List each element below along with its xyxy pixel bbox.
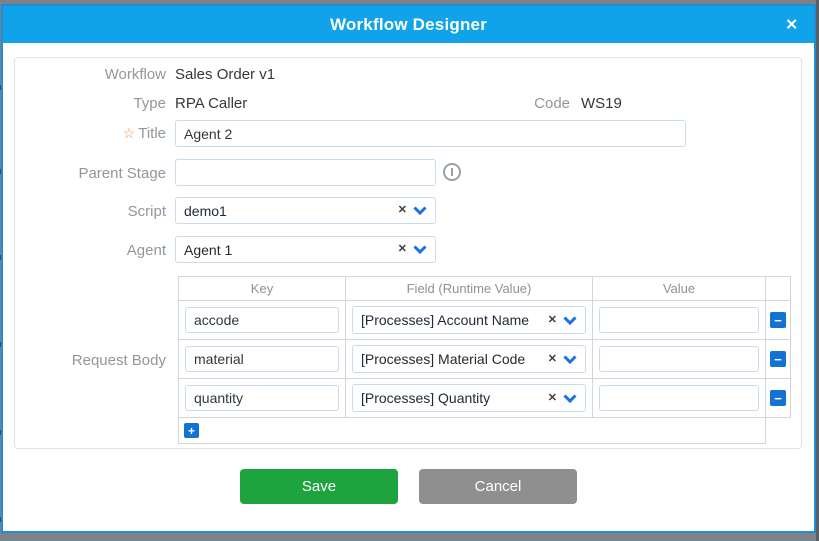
chevron-down-icon bbox=[563, 394, 577, 403]
close-button[interactable]: ✕ bbox=[785, 17, 798, 32]
remove-row-button[interactable]: − bbox=[770, 312, 786, 328]
code-label: Code bbox=[473, 95, 570, 112]
close-icon: ✕ bbox=[785, 16, 798, 33]
workflow-designer-dialog: Workflow Designer ✕ Workflow Sales Order… bbox=[1, 4, 816, 533]
column-header-value: Value bbox=[593, 277, 766, 301]
table-row-key-cell bbox=[179, 301, 346, 340]
remove-row-button[interactable]: − bbox=[770, 351, 786, 367]
clear-icon[interactable]: ✕ bbox=[548, 315, 557, 326]
type-label: Type bbox=[18, 95, 166, 112]
table-row-action-cell: − bbox=[766, 379, 791, 418]
code-value: WS19 bbox=[581, 95, 622, 112]
plus-icon: + bbox=[188, 425, 195, 437]
field-select[interactable]: [Processes] Quantity ✕ bbox=[352, 384, 586, 412]
field-selected-value: [Processes] Material Code bbox=[361, 351, 542, 367]
field-select[interactable]: [Processes] Account Name ✕ bbox=[352, 306, 586, 334]
clear-icon[interactable]: ✕ bbox=[548, 393, 557, 404]
field-selected-value: [Processes] Account Name bbox=[361, 312, 542, 328]
dialog-title: Workflow Designer bbox=[330, 15, 487, 35]
info-icon[interactable] bbox=[443, 163, 461, 181]
table-row-value-cell bbox=[593, 340, 766, 379]
parent-stage-label: Parent Stage bbox=[18, 165, 166, 182]
request-body-table: Key Field (Runtime Value) Value [Process… bbox=[178, 276, 791, 444]
table-row-key-cell bbox=[179, 340, 346, 379]
minus-icon: − bbox=[774, 314, 782, 327]
key-input[interactable] bbox=[185, 385, 339, 411]
key-input[interactable] bbox=[185, 307, 339, 333]
table-row-value-cell bbox=[593, 301, 766, 340]
screen: { "dialog": { "title": "Workflow Designe… bbox=[0, 0, 819, 541]
table-add-row: + bbox=[179, 418, 766, 444]
key-input[interactable] bbox=[185, 346, 339, 372]
workflow-label: Workflow bbox=[18, 66, 166, 83]
table-row-action-cell: − bbox=[766, 340, 791, 379]
minus-icon: − bbox=[774, 353, 782, 366]
column-header-key: Key bbox=[179, 277, 346, 301]
column-header-actions bbox=[766, 277, 791, 301]
clear-icon[interactable]: ✕ bbox=[548, 354, 557, 365]
save-button[interactable]: Save bbox=[240, 469, 398, 504]
column-header-field: Field (Runtime Value) bbox=[346, 277, 593, 301]
workflow-value: Sales Order v1 bbox=[175, 66, 275, 83]
table-row-key-cell bbox=[179, 379, 346, 418]
type-value: RPA Caller bbox=[175, 95, 247, 112]
required-star-icon: ☆ bbox=[123, 125, 136, 142]
cancel-button[interactable]: Cancel bbox=[419, 469, 577, 504]
script-select[interactable]: demo1 ✕ bbox=[175, 197, 436, 224]
minus-icon: − bbox=[774, 392, 782, 405]
remove-row-button[interactable]: − bbox=[770, 390, 786, 406]
chevron-down-icon bbox=[413, 206, 427, 215]
table-row-action-cell: − bbox=[766, 301, 791, 340]
agent-label: Agent bbox=[18, 242, 166, 259]
chevron-down-icon bbox=[413, 245, 427, 254]
field-selected-value: [Processes] Quantity bbox=[361, 390, 542, 406]
chevron-down-icon bbox=[563, 355, 577, 364]
table-row-field-cell: [Processes] Quantity ✕ bbox=[346, 379, 593, 418]
agent-selected-value: Agent 1 bbox=[184, 242, 392, 258]
chevron-down-icon bbox=[563, 316, 577, 325]
add-row-button[interactable]: + bbox=[184, 423, 199, 438]
table-row-value-cell bbox=[593, 379, 766, 418]
field-select[interactable]: [Processes] Material Code ✕ bbox=[352, 345, 586, 373]
clear-icon[interactable]: ✕ bbox=[398, 205, 407, 216]
table-row-field-cell: [Processes] Material Code ✕ bbox=[346, 340, 593, 379]
script-selected-value: demo1 bbox=[184, 203, 392, 219]
clear-icon[interactable]: ✕ bbox=[398, 244, 407, 255]
request-body-label: Request Body bbox=[18, 352, 166, 369]
value-input[interactable] bbox=[599, 385, 759, 411]
table-row-field-cell: [Processes] Account Name ✕ bbox=[346, 301, 593, 340]
value-input[interactable] bbox=[599, 346, 759, 372]
title-label-box: ☆ Title bbox=[18, 125, 166, 142]
title-input[interactable] bbox=[175, 120, 686, 147]
dialog-header: Workflow Designer ✕ bbox=[3, 6, 814, 43]
value-input[interactable] bbox=[599, 307, 759, 333]
title-label: Title bbox=[138, 125, 166, 142]
agent-select[interactable]: Agent 1 ✕ bbox=[175, 236, 436, 263]
parent-stage-input[interactable] bbox=[175, 159, 436, 186]
script-label: Script bbox=[18, 203, 166, 220]
